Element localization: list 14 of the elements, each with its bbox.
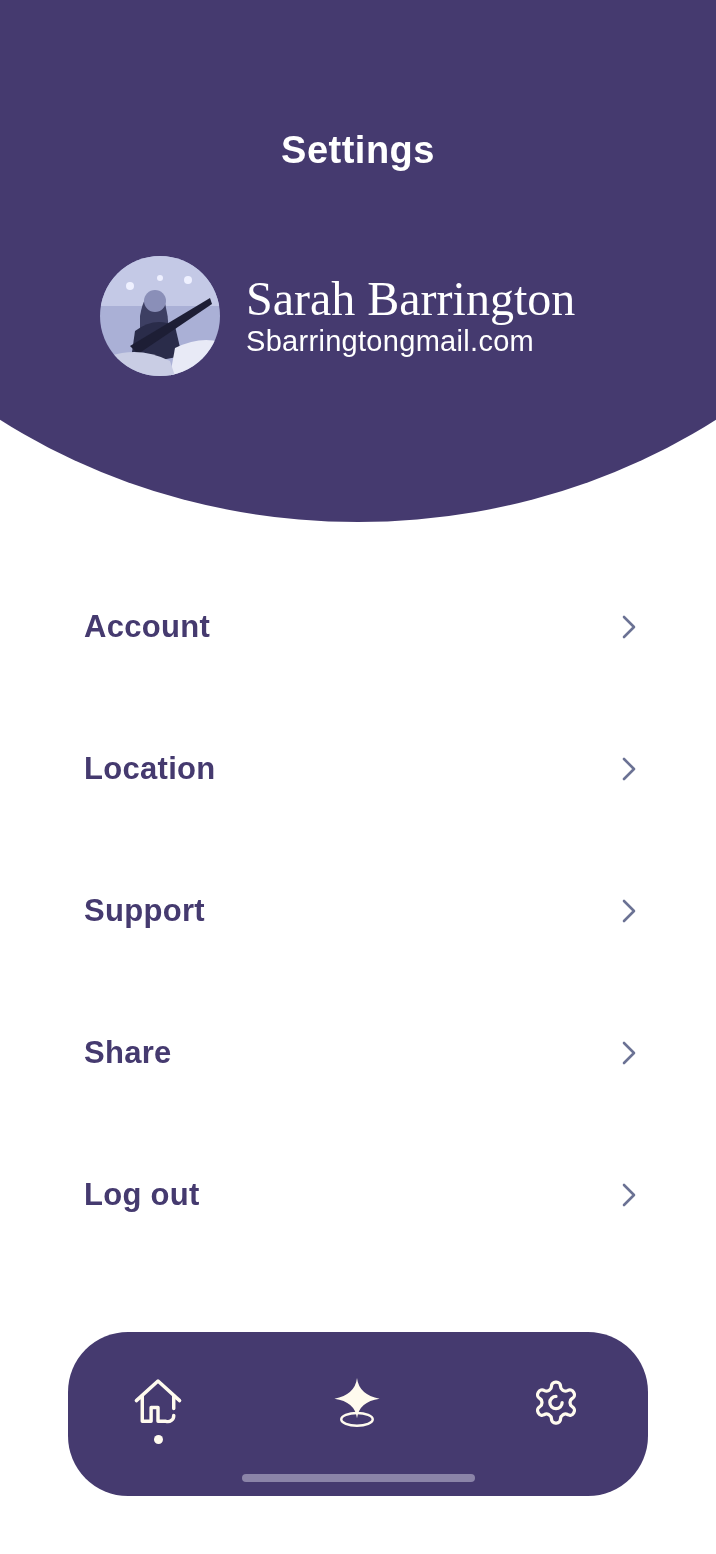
chevron-right-icon[interactable]	[622, 899, 636, 923]
menu-item-label[interactable]: Account	[84, 609, 211, 645]
chevron-right-icon[interactable]	[622, 1041, 636, 1065]
menu-item-label[interactable]: Support	[84, 893, 205, 929]
chevron-right-icon[interactable]	[622, 615, 636, 639]
menu-item-label[interactable]: Share	[84, 1035, 172, 1071]
sparkle-icon	[332, 1378, 382, 1428]
user-name: Sarah Barrington	[246, 274, 576, 324]
chevron-right-icon[interactable]	[622, 1183, 636, 1207]
menu-item-label[interactable]: Log out	[84, 1177, 200, 1213]
chevron-right-icon[interactable]	[622, 757, 636, 781]
menu-item-label[interactable]: Location	[84, 751, 216, 787]
user-email: Sbarringtongmail.com	[246, 325, 536, 358]
page-title: Settings	[281, 128, 435, 172]
